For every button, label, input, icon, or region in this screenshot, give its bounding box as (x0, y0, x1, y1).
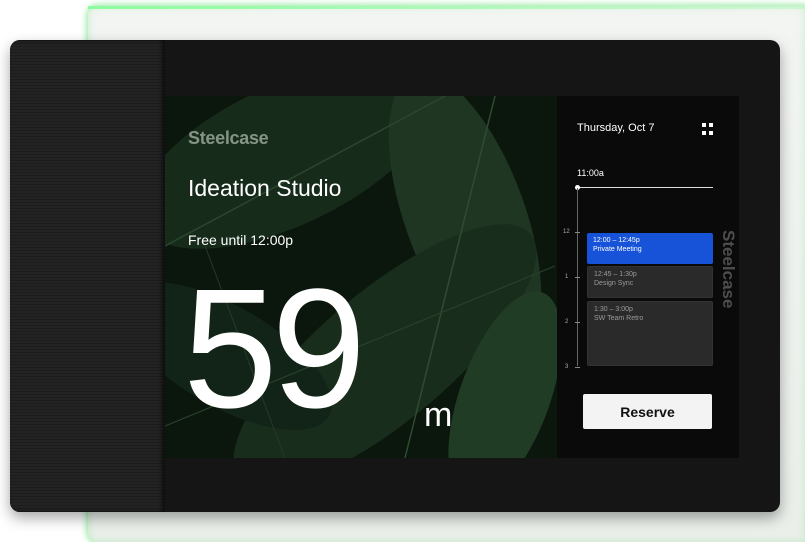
reserve-button[interactable]: Reserve (583, 394, 712, 429)
hour-tick-label: 2 (565, 319, 569, 325)
hour-tick (575, 367, 580, 368)
event-time: 12:00 – 12:45p (593, 237, 640, 244)
hour-tick (575, 322, 580, 323)
event-private-meeting[interactable]: 12:00 – 12:45p Private Meeting (587, 233, 713, 264)
grid-icon[interactable] (702, 123, 714, 135)
event-title: Design Sync (594, 280, 634, 287)
hour-tick-label: 3 (565, 364, 569, 370)
minutes-remaining: 59 (183, 254, 366, 444)
brand-logo: Steelcase (188, 128, 269, 148)
event-title: Private Meeting (593, 246, 642, 253)
current-time-label: 11:00a (577, 168, 604, 178)
current-time-line (577, 187, 713, 188)
event-sw-team-retro[interactable]: 1:30 – 3:00p SW Team Retro (587, 301, 713, 366)
event-design-sync[interactable]: 12:45 – 1:30p Design Sync (587, 266, 713, 298)
side-brand-logo: Steelcase (719, 230, 738, 309)
display-screen: Steelcase Ideation Studio Free until 12:… (165, 96, 739, 458)
hour-tick-label: 1 (565, 274, 569, 280)
event-time: 12:45 – 1:30p (594, 271, 637, 278)
hour-tick (575, 232, 580, 233)
schedule-panel: Thursday, Oct 7 11:00a 12 1 2 3 12:00 – … (557, 96, 739, 458)
hour-tick-label: 12 (563, 229, 570, 235)
minutes-unit: m (424, 396, 453, 434)
fabric-side-panel (10, 40, 165, 512)
event-time: 1:30 – 3:00p (594, 306, 633, 313)
hour-tick (575, 277, 580, 278)
event-title: SW Team Retro (594, 315, 644, 322)
current-date: Thursday, Oct 7 (577, 122, 655, 134)
availability-status: Free until 12:00p (188, 232, 294, 248)
room-name: Ideation Studio (188, 175, 342, 201)
